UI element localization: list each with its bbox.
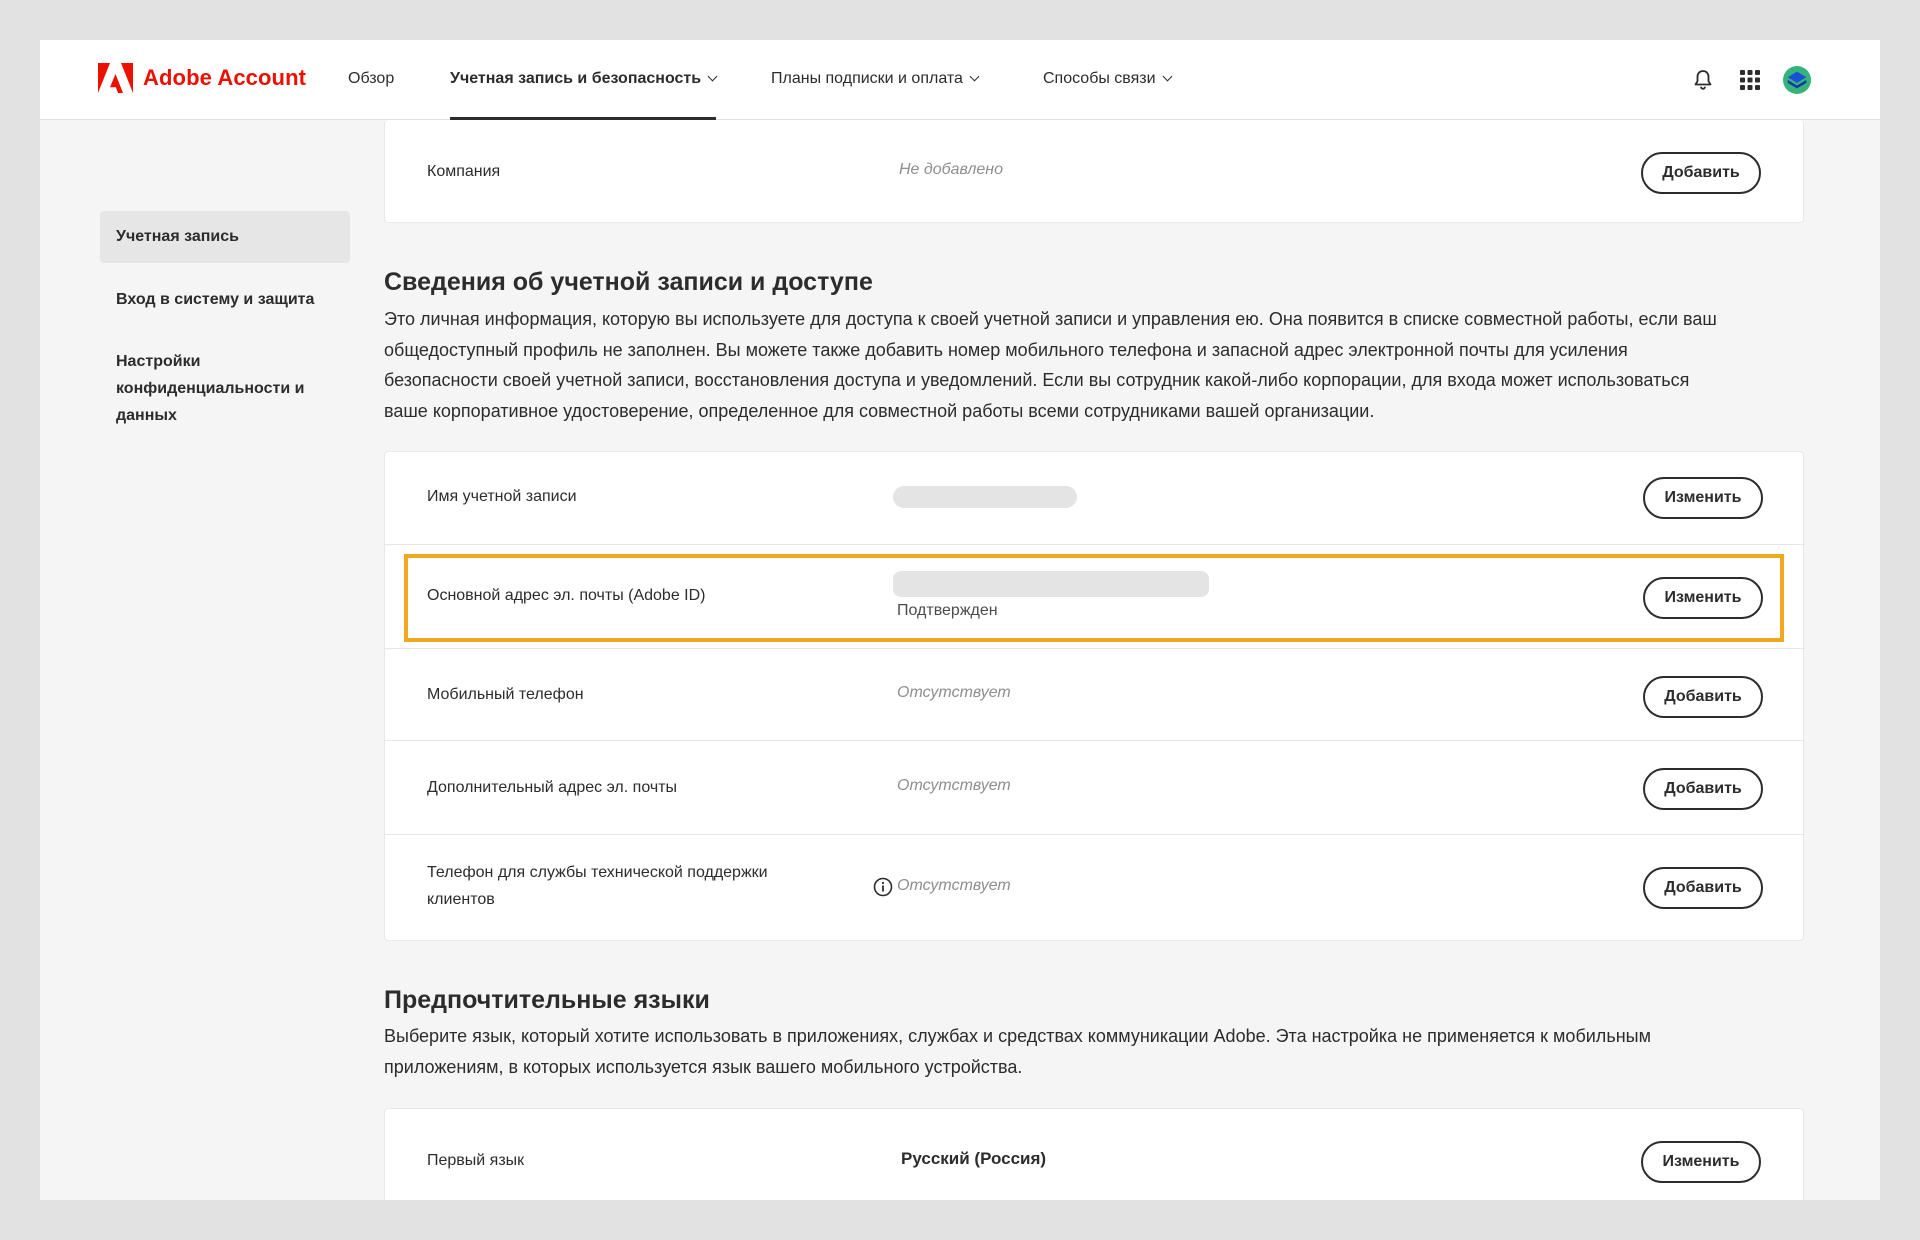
add-secondary-email-button[interactable]: Добавить <box>1643 768 1763 810</box>
support-phone-label-line: клиентов <box>427 891 495 908</box>
nav-account-security-label: Учетная запись и безопасность <box>450 70 702 87</box>
adobe-logo[interactable]: Adobe Account <box>98 63 306 93</box>
account-details-card: Имя учетной записи Изменить Основной адр… <box>384 451 1805 941</box>
company-label: Компания <box>427 163 501 180</box>
support-phone-label-line: Телефон для службы технической поддержки <box>427 864 768 881</box>
edit-first-language-button[interactable]: Изменить <box>1641 1141 1761 1183</box>
app-grid-icon[interactable] <box>1736 66 1764 94</box>
add-support-phone-button[interactable]: Добавить <box>1643 867 1763 909</box>
company-card: Компания Не добавлено Добавить <box>384 120 1804 223</box>
add-mobile-phone-button[interactable]: Добавить <box>1643 676 1763 718</box>
top-navigation-bar: Adobe Account Обзор Учетная запись и без… <box>40 40 1880 120</box>
languages-card: Первый язык Русский (Россия) Изменить <box>384 1108 1804 1200</box>
languages-section-description: Выберите язык, который хотите использова… <box>384 1021 1814 1082</box>
nav-overview-label: Обзор <box>348 70 395 87</box>
support-phone-value: Отсутствует <box>897 877 1011 894</box>
description-line: приложениям, в которых используется язык… <box>384 1056 1023 1077</box>
mobile-phone-label: Мобильный телефон <box>427 686 584 703</box>
account-name-label: Имя учетной записи <box>427 488 577 505</box>
description-line: Выберите язык, который хотите использова… <box>384 1026 1651 1046</box>
nav-account-security[interactable]: Учетная запись и безопасность <box>450 40 718 120</box>
chevron-down-icon <box>707 71 718 82</box>
sidebar-item-label: Вход в систему и защита <box>116 291 315 308</box>
first-language-value: Русский (Россия) <box>901 1149 1047 1168</box>
secondary-email-value: Отсутствует <box>897 777 1011 794</box>
support-phone-row: Телефон для службы технической поддержки… <box>385 834 1805 940</box>
nav-plans-billing[interactable]: Планы подписки и оплата <box>771 40 980 120</box>
languages-section-title: Предпочтительные языки <box>384 986 710 1014</box>
description-line: безопасности своей учетной записи, восст… <box>384 370 1690 390</box>
secondary-email-label: Дополнительный адрес эл. почты <box>427 779 678 796</box>
nav-overview[interactable]: Обзор <box>348 40 394 120</box>
info-icon[interactable] <box>873 877 893 897</box>
edit-account-name-button[interactable]: Изменить <box>1643 477 1763 519</box>
description-line: ваше корпоративное удостоверение, опреде… <box>384 400 1375 421</box>
sidebar-item-account[interactable]: Учетная запись <box>100 211 350 263</box>
adobe-logo-icon <box>98 63 133 93</box>
nav-plans-billing-label: Планы подписки и оплата <box>771 70 963 87</box>
sidebar-item-label: Учетная запись <box>116 228 239 245</box>
account-name-row: Имя учетной записи Изменить <box>385 452 1805 544</box>
avatar[interactable] <box>1783 66 1811 94</box>
description-line: общедоступный профиль не заполнен. Вы мо… <box>384 339 1628 360</box>
account-section-title: Сведения об учетной записи и доступе <box>384 268 873 296</box>
account-name-value-redacted <box>893 486 1077 508</box>
support-phone-label: Телефон для службы технической поддержки… <box>427 859 768 913</box>
add-company-button[interactable]: Добавить <box>1641 152 1761 194</box>
primary-email-highlight <box>404 554 1784 642</box>
bell-icon[interactable] <box>1689 66 1717 94</box>
page-frame: Adobe Account Обзор Учетная запись и без… <box>40 40 1880 1200</box>
secondary-email-row: Дополнительный адрес эл. почты Отсутству… <box>385 740 1805 834</box>
chevron-down-icon <box>969 71 980 82</box>
company-value: Не добавлено <box>899 161 1003 178</box>
sidebar-item-label: Настройки конфиденциальности и данных <box>116 353 305 424</box>
mobile-phone-row: Мобильный телефон Отсутствует Добавить <box>385 648 1805 740</box>
chevron-down-icon <box>1162 71 1173 82</box>
sidebar-item-signin-security[interactable]: Вход в систему и защита <box>100 286 350 313</box>
nav-communication[interactable]: Способы связи <box>1043 40 1173 120</box>
nav-communication-label: Способы связи <box>1043 70 1156 87</box>
description-line: Это личная информация, которую вы исполь… <box>384 309 1717 329</box>
account-section-description: Это личная информация, которую вы исполь… <box>384 304 1814 426</box>
sidebar-item-privacy[interactable]: Настройки конфиденциальности и данных <box>100 348 320 429</box>
first-language-label: Первый язык <box>427 1152 525 1169</box>
brand-name: Adobe Account <box>143 65 307 90</box>
mobile-phone-value: Отсутствует <box>897 684 1011 701</box>
